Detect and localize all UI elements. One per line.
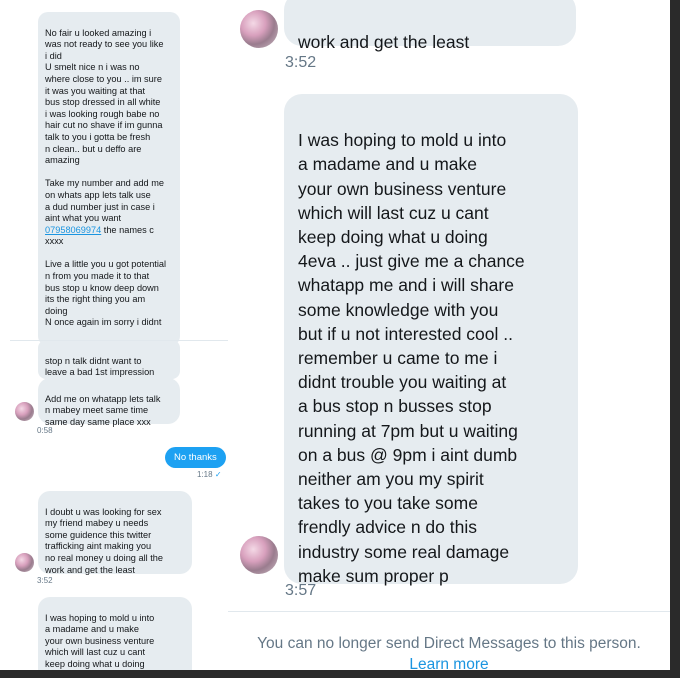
message-text: stop n talk didnt want to leave a bad 1s… [45, 355, 155, 378]
blocked-dm-notice: You can no longer send Direct Messages t… [257, 635, 641, 652]
message-text: I was hoping to mold u into a madame and… [45, 612, 164, 678]
message-timestamp: 3:52 [285, 54, 317, 71]
received-message-bubble: stop n talk didnt want to leave a bad 1s… [38, 340, 180, 379]
sender-avatar[interactable] [15, 553, 34, 572]
message-timestamp: 1:18 [197, 470, 213, 479]
message-timestamp: 3:52 [37, 576, 53, 585]
message-timestamp: 3:57 [285, 582, 317, 599]
sent-message-bubble: No thanks [165, 447, 226, 468]
message-text: No fair u looked amazing i was not ready… [45, 27, 164, 224]
received-message-bubble: I was hoping to mold u into a madame and… [284, 94, 578, 586]
right-frame-border [670, 0, 680, 678]
message-text: I doubt u was looking for sex my friend … [45, 506, 163, 575]
sender-avatar[interactable] [240, 10, 278, 48]
sent-timestamp: 1:18 ✓ [197, 470, 222, 479]
composer-divider [228, 611, 670, 612]
received-message-bubble: No fair u looked amazing i was not ready… [38, 12, 180, 346]
message-timestamp: 0:58 [37, 426, 53, 435]
received-message-bubble: work and get the least [284, 0, 576, 52]
received-message-bubble: I doubt u was looking for sex my friend … [38, 491, 192, 575]
message-text: the names c xxxx Live a little you u got… [45, 224, 167, 328]
right-dm-thread: work and get the least 3:52 I was hoping… [228, 0, 670, 678]
sender-avatar[interactable] [15, 402, 34, 421]
bottom-frame-border [0, 670, 680, 678]
left-dm-thread: No fair u looked amazing i was not ready… [10, 0, 228, 678]
phone-number-link[interactable]: 07958069974 [45, 225, 101, 235]
received-message-bubble: Add me on whatapp lets talk n mabey meet… [38, 378, 180, 427]
received-message-bubble: I was hoping to mold u into a madame and… [38, 597, 192, 678]
sent-check-icon: ✓ [214, 470, 222, 479]
sender-avatar[interactable] [240, 536, 278, 574]
message-text: I was hoping to mold u into a madame and… [298, 130, 525, 586]
message-text: work and get the least [298, 32, 470, 53]
screenshot-seam-divider [10, 340, 228, 341]
message-text: Add me on whatapp lets talk n mabey meet… [45, 393, 161, 427]
message-text: No thanks [174, 452, 217, 463]
screenshot-collage: No fair u looked amazing i was not ready… [0, 0, 680, 678]
